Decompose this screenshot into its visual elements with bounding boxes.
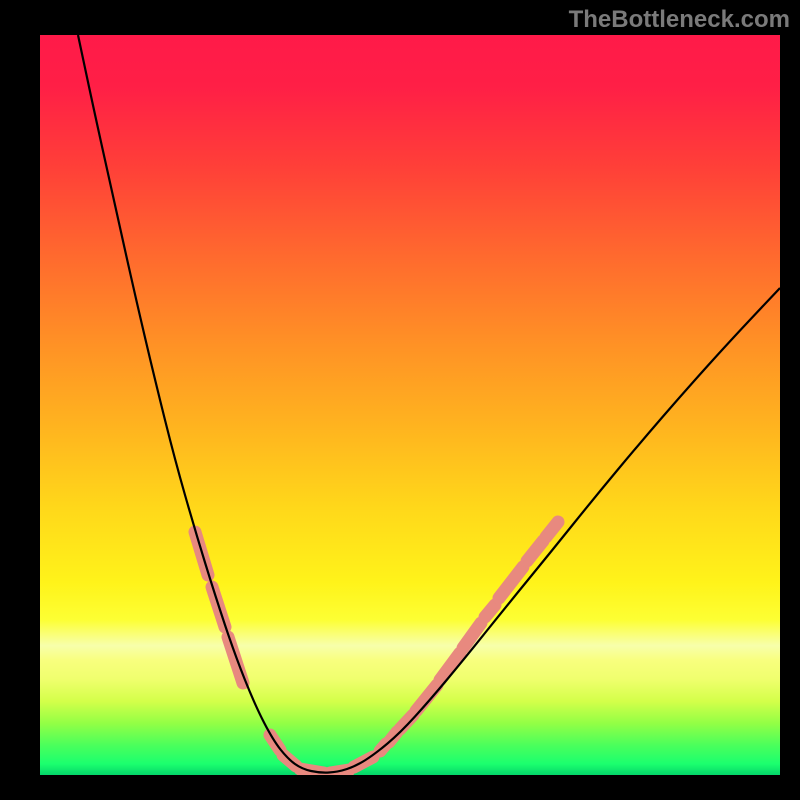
chart-frame: TheBottleneck.com	[0, 0, 800, 800]
highlight-group	[195, 522, 558, 773]
watermark-text: TheBottleneck.com	[569, 6, 790, 34]
chart-overlay	[40, 35, 780, 775]
highlight-dash	[527, 541, 543, 561]
highlight-dash	[416, 685, 437, 711]
bottleneck-curve	[78, 35, 780, 773]
highlight-dash	[499, 567, 523, 598]
highlight-dash	[485, 605, 495, 617]
plot-area	[40, 35, 780, 775]
highlight-dash	[546, 522, 558, 537]
highlight-dash	[228, 637, 243, 683]
highlight-dash	[463, 623, 481, 648]
